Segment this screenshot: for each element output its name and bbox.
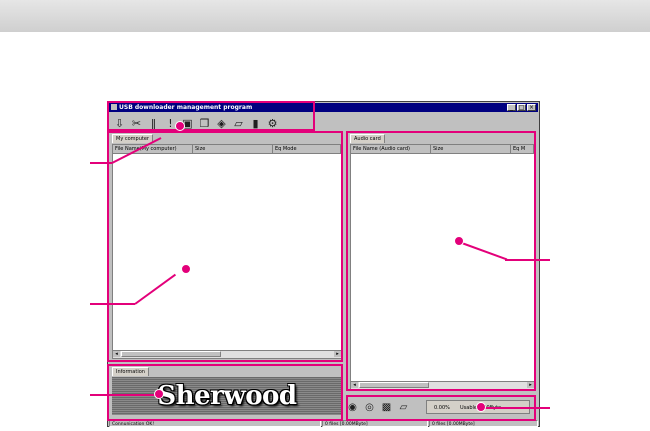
callout-dot [476,402,486,412]
right-file-count: 0 files [0.00MByte] [429,420,538,427]
close-button[interactable]: × [527,104,536,111]
minimize-button[interactable]: _ [507,104,516,111]
information-callout-box [107,364,343,421]
callout-line [90,303,135,305]
callout-dot [175,121,185,131]
top-banner [0,0,650,32]
audio-card-callout-box [346,131,536,391]
maximize-button[interactable]: □ [517,104,526,111]
callout-dot [181,264,191,274]
callout-line [505,259,550,261]
status-bar: Connunication OK! 0 files [0.00MByte] 0 … [109,420,538,427]
callout-dot [154,389,164,399]
connection-status: Connunication OK! [109,420,321,427]
toolbar-callout-box [107,101,315,131]
left-file-count: 0 files [0.00MByte] [322,420,428,427]
my-computer-callout-box [107,131,343,362]
callout-line [90,394,160,396]
callout-line [481,407,550,409]
callout-line [90,162,112,164]
callout-dot [454,236,464,246]
